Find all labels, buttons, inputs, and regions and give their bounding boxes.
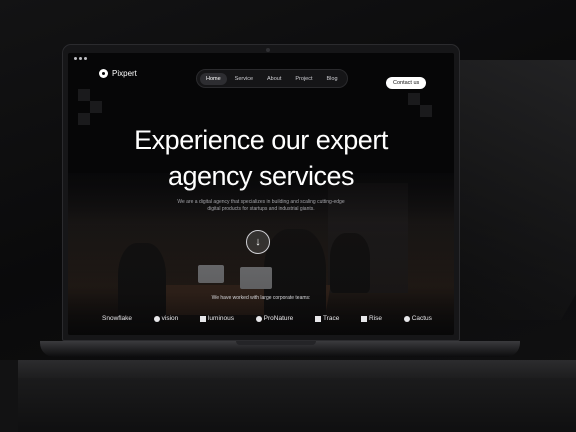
scroll-down-button[interactable]: ↓ [246,230,270,254]
pronature-logo-icon [255,315,262,322]
client-logo-snowflake: Snowflake [102,315,132,322]
client-logo-label: Rise [369,315,383,322]
window-dots [74,57,87,60]
site-logo[interactable]: Pixpert [99,69,137,78]
client-logo-luminous: luminous [199,315,234,322]
product-mockup-scene: Pixpert Home Service About Project Blog … [0,0,576,432]
contact-us-button[interactable]: Contact us [386,77,427,89]
hero-title-line-1: Experience our expert [134,125,388,155]
client-logo-label: Trace [322,315,340,322]
trace-logo-icon [314,315,321,322]
hero-overlay [68,53,454,335]
pedestal-front [18,378,576,432]
nav-item-project[interactable]: Project [289,73,318,85]
nav-item-blog[interactable]: Blog [321,73,344,85]
client-logo-rise: Rise [361,315,382,322]
client-logo-trace: Trace [314,315,340,322]
rise-logo-icon [361,315,367,322]
clients-heading: We have worked with large corporate team… [211,295,311,301]
hero-title-line-2: agency services [167,161,355,191]
client-logo-pronature: ProNature [255,315,294,322]
client-logo-label: vision [161,315,179,322]
brand-name: Pixpert [112,69,137,78]
nav-item-home[interactable]: Home [200,72,227,85]
nav-item-service[interactable]: Service [229,73,259,85]
pedestal-top [18,360,576,380]
client-logo-label: Snowflake [102,315,132,322]
checker-tile [90,101,102,113]
luminous-logo-icon [199,315,206,322]
client-logo-label: luminous [207,315,234,322]
laptop-notch [236,341,316,345]
checker-tile [420,105,432,117]
cactus-logo-icon [403,315,410,322]
checker-tile [408,93,420,105]
client-logo-cactus: Cactus [403,315,432,322]
laptop-screen: Pixpert Home Service About Project Blog … [68,53,454,335]
nav-item-about[interactable]: About [261,73,287,85]
pixpert-logo-icon [99,69,108,78]
arrow-down-icon: ↓ [255,236,261,248]
main-nav: Home Service About Project Blog [196,69,348,88]
client-logos: Snowflake vision luminous ProNature Trac… [102,315,432,322]
webcam [266,48,270,52]
checker-tile [78,89,90,101]
hero-subtitle: We are a digital agency that specializes… [177,199,345,212]
client-logo-vision: vision [153,315,179,322]
vision-logo-icon [153,315,160,322]
client-logo-label: Cactus [411,315,432,322]
client-logo-label: ProNature [263,315,294,322]
